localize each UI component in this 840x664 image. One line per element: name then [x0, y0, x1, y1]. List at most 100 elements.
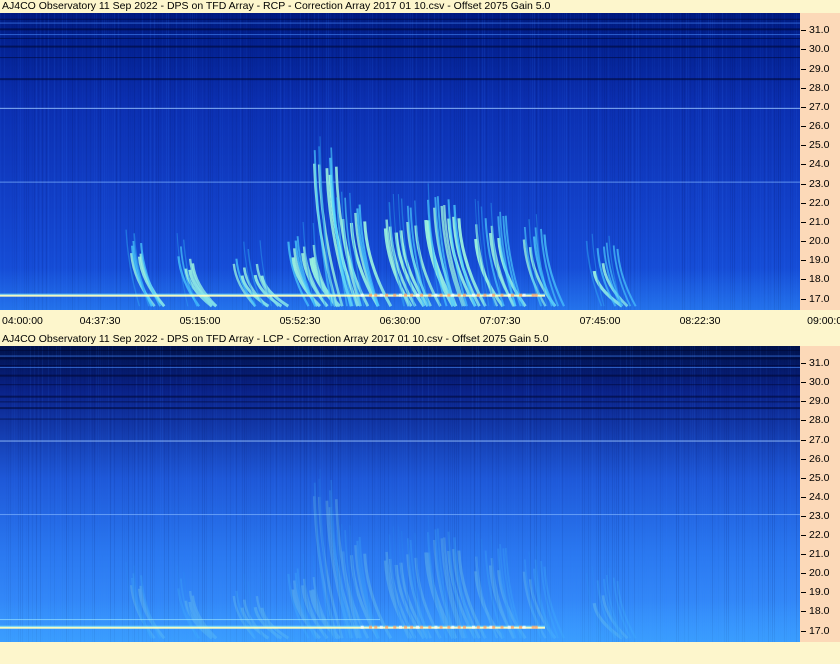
- lcp-ytick: 17.0: [800, 625, 840, 637]
- rcp-ytick-label: 18.0: [809, 273, 830, 286]
- rcp-ytick-label: 26.0: [809, 120, 830, 133]
- rcp-ytick-mark: [801, 145, 806, 147]
- time-tick-label: 05:52:30: [279, 315, 321, 327]
- lcp-ytick-label: 17.0: [809, 624, 830, 637]
- time-tick-label: 04:37:30: [79, 315, 121, 327]
- lcp-ytick-label: 28.0: [809, 414, 830, 427]
- lcp-ytick-label: 21.0: [809, 548, 830, 561]
- lcp-ytick-mark: [801, 554, 806, 556]
- rcp-ytick: 18.0: [800, 273, 840, 285]
- lcp-ytick-mark: [801, 573, 806, 575]
- rcp-spectrogram-title: AJ4CO Observatory 11 Sep 2022 - DPS on T…: [2, 0, 551, 12]
- lcp-ytick-label: 22.0: [809, 529, 830, 542]
- lcp-ytick-label: 27.0: [809, 433, 830, 446]
- lcp-ytick-label: 30.0: [809, 376, 830, 389]
- time-tick-label: 09:00:00: [807, 315, 840, 327]
- rcp-ytick: 25.0: [800, 139, 840, 151]
- lcp-ytick: 30.0: [800, 376, 840, 388]
- rcp-ytick-label: 24.0: [809, 158, 830, 171]
- rcp-ytick: 22.0: [800, 197, 840, 209]
- lcp-spectrogram: [0, 346, 800, 642]
- lcp-ytick: 29.0: [800, 395, 840, 407]
- rcp-ytick-mark: [801, 68, 806, 70]
- lcp-ytick-mark: [801, 477, 806, 479]
- lcp-spectrogram-canvas: [0, 346, 800, 642]
- lcp-ytick-label: 24.0: [809, 490, 830, 503]
- time-tick-label: 06:30:00: [379, 315, 421, 327]
- rcp-spectrogram: [0, 13, 800, 310]
- rcp-ytick-mark: [801, 126, 806, 128]
- lcp-ytick: 23.0: [800, 510, 840, 522]
- lcp-ytick-label: 20.0: [809, 567, 830, 580]
- lcp-ytick-label: 31.0: [809, 357, 830, 370]
- lcp-spectrogram-title: AJ4CO Observatory 11 Sep 2022 - DPS on T…: [2, 333, 549, 345]
- rcp-ytick-label: 27.0: [809, 100, 830, 113]
- lcp-ytick: 21.0: [800, 548, 840, 560]
- rcp-frequency-axis: 31.0 30.0 29.0 28.0 27.0 26.0 25.0 24.0 23.0 22.0…: [800, 13, 840, 310]
- rcp-ytick-label: 17.0: [809, 292, 830, 305]
- rcp-ytick: 17.0: [800, 293, 840, 305]
- rcp-ytick-label: 20.0: [809, 235, 830, 248]
- lcp-ytick-mark: [801, 515, 806, 517]
- lcp-ytick-label: 23.0: [809, 509, 830, 522]
- rcp-ytick-mark: [801, 202, 806, 204]
- lcp-ytick: 26.0: [800, 453, 840, 465]
- lcp-ytick-label: 25.0: [809, 471, 830, 484]
- lcp-ytick: 31.0: [800, 357, 840, 369]
- rcp-ytick-mark: [801, 30, 806, 32]
- lcp-ytick: 19.0: [800, 586, 840, 598]
- rcp-ytick-label: 21.0: [809, 215, 830, 228]
- lcp-ytick-mark: [801, 496, 806, 498]
- lcp-ytick: 28.0: [800, 414, 840, 426]
- rcp-ytick-mark: [801, 183, 806, 185]
- time-tick-label: 07:45:00: [579, 315, 621, 327]
- rcp-ytick-label: 23.0: [809, 177, 830, 190]
- rcp-time-axis: 04:00:00 04:37:30 05:15:00 05:52:30 06:30:00…: [0, 313, 840, 329]
- rcp-ytick-label: 25.0: [809, 139, 830, 152]
- rcp-ytick: 30.0: [800, 43, 840, 55]
- low-frequency-glow: [0, 267, 800, 310]
- lcp-ytick-label: 26.0: [809, 452, 830, 465]
- rcp-ytick: 26.0: [800, 120, 840, 132]
- lcp-ytick-mark: [801, 630, 806, 632]
- rcp-ytick: 24.0: [800, 158, 840, 170]
- rcp-ytick-mark: [801, 298, 806, 300]
- rcp-ytick-mark: [801, 106, 806, 108]
- lcp-ytick-label: 19.0: [809, 586, 830, 599]
- lcp-ytick-mark: [801, 420, 806, 422]
- lcp-ytick: 20.0: [800, 567, 840, 579]
- rcp-ytick: 31.0: [800, 24, 840, 36]
- time-tick-label: 07:07:30: [479, 315, 521, 327]
- lcp-ytick-mark: [801, 382, 806, 384]
- lcp-ytick-mark: [801, 439, 806, 441]
- lcp-frequency-axis: 31.0 30.0 29.0 28.0 27.0 26.0 25.0 24.0 23.0 22.0…: [800, 346, 840, 642]
- rcp-ytick: 27.0: [800, 101, 840, 113]
- rcp-ytick-label: 19.0: [809, 254, 830, 267]
- rcp-ytick-mark: [801, 279, 806, 281]
- lcp-ytick-mark: [801, 611, 806, 613]
- lcp-ytick: 24.0: [800, 491, 840, 503]
- lcp-ytick-label: 18.0: [809, 605, 830, 618]
- rcp-ytick-label: 31.0: [809, 24, 830, 37]
- carrier-line: [0, 293, 545, 297]
- lcp-ytick-mark: [801, 458, 806, 460]
- lcp-ytick-label: 29.0: [809, 395, 830, 408]
- rcp-ytick: 20.0: [800, 235, 840, 247]
- lcp-ytick: 22.0: [800, 529, 840, 541]
- rcp-ytick-mark: [801, 221, 806, 223]
- low-frequency-glow: [0, 599, 800, 642]
- rcp-ytick-mark: [801, 49, 806, 51]
- rcp-ytick: 28.0: [800, 82, 840, 94]
- lcp-ytick-mark: [801, 401, 806, 403]
- rcp-ytick-label: 29.0: [809, 62, 830, 75]
- rcp-ytick: 21.0: [800, 216, 840, 228]
- time-tick-label: 05:15:00: [179, 315, 221, 327]
- time-tick-label: 08:22:30: [679, 315, 721, 327]
- lcp-ytick: 25.0: [800, 472, 840, 484]
- rcp-spectrogram-canvas: [0, 13, 800, 310]
- rcp-ytick-label: 30.0: [809, 43, 830, 56]
- rcp-ytick-label: 22.0: [809, 196, 830, 209]
- rcp-ytick: 19.0: [800, 254, 840, 266]
- rcp-ytick-mark: [801, 241, 806, 243]
- lcp-ytick-mark: [801, 363, 806, 365]
